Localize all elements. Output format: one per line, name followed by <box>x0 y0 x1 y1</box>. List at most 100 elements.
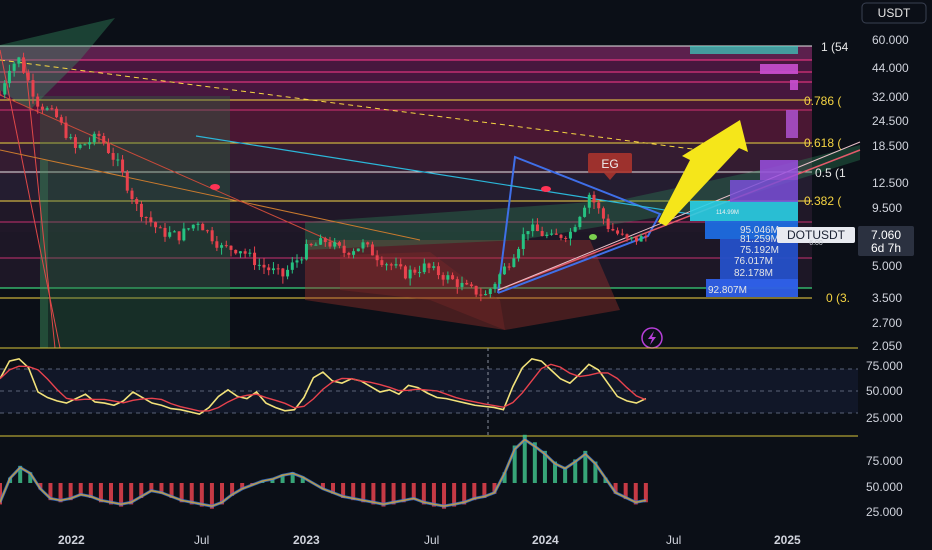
candle-body <box>375 255 379 261</box>
price-tick: 9.500 <box>872 201 902 215</box>
ticker-partial: 6.00 <box>809 240 823 247</box>
candle-body <box>568 231 572 239</box>
candle-body <box>531 224 535 232</box>
candle-body <box>102 135 106 144</box>
currency-badge[interactable]: USDT <box>861 2 927 24</box>
candle-body <box>385 264 389 266</box>
candle-body <box>304 243 308 260</box>
candle-body <box>583 207 587 217</box>
price-tick: 12.500 <box>872 176 909 190</box>
candle-body <box>17 57 21 64</box>
marker-green <box>589 234 597 240</box>
candle-body <box>7 70 11 84</box>
candle-body <box>257 264 261 266</box>
candle-body <box>300 259 304 261</box>
time-tick-jul-24: Jul <box>666 533 681 547</box>
price-tick: 60.000 <box>872 33 909 47</box>
candle-body <box>418 272 422 274</box>
candle-body <box>460 282 464 287</box>
candle-body <box>644 235 648 238</box>
marker-red-1 <box>210 184 220 190</box>
candle-body <box>267 267 271 271</box>
vp-label-6: 92.807M <box>708 285 747 296</box>
candle-body <box>248 252 252 254</box>
candle-body <box>436 266 440 276</box>
candle-body <box>601 208 605 219</box>
candle-body <box>295 260 299 263</box>
candle-body <box>238 251 242 254</box>
candle-body <box>611 228 615 231</box>
candle-body <box>243 251 247 254</box>
candle-body <box>606 218 610 229</box>
candle-body <box>111 153 115 160</box>
candle-body <box>639 235 643 242</box>
rsi-tick: 25.000 <box>866 411 903 425</box>
vp-label-0: 114.99M <box>716 210 739 216</box>
candle-body <box>361 242 365 249</box>
candle-body <box>352 251 356 255</box>
candle-body <box>554 233 558 235</box>
svg-text:USDT: USDT <box>878 6 911 20</box>
candle-body <box>625 234 629 239</box>
price-tick: 5.000 <box>872 259 902 273</box>
candle-body <box>224 245 228 247</box>
time-tick-2025: 2025 <box>774 533 801 547</box>
candle-body <box>427 263 431 268</box>
candle-body <box>191 224 195 229</box>
candle-body <box>422 263 426 273</box>
candle-body <box>55 108 59 118</box>
vp-label-5: 82.178M <box>734 268 773 279</box>
candle-body <box>535 224 539 232</box>
candle-body <box>130 190 134 200</box>
candle-body <box>597 202 601 209</box>
candle-body <box>394 264 398 266</box>
candle-body <box>337 242 341 246</box>
candle-body <box>578 216 582 228</box>
candle-body <box>12 63 16 71</box>
candle-body <box>92 133 96 143</box>
candle-body <box>573 227 577 232</box>
time-tick-jul-23: Jul <box>424 533 439 547</box>
price-tick: 32.000 <box>872 90 909 104</box>
time-tick-jul-22: Jul <box>194 533 209 547</box>
candle-body <box>356 248 360 252</box>
candle-body <box>88 142 92 145</box>
candle-body <box>149 217 153 223</box>
candle-body <box>465 282 469 285</box>
ticker-countdown: 6d 7h <box>871 241 901 255</box>
candle-body <box>446 275 450 280</box>
candle-body <box>26 72 30 81</box>
candle-body <box>550 233 554 235</box>
candle-body <box>634 237 638 242</box>
fib-label-05: 0.5 (1 <box>815 166 846 180</box>
candle-body <box>125 172 129 191</box>
candle-body <box>210 230 214 242</box>
time-tick-2024: 2024 <box>532 533 559 547</box>
candle-body <box>559 234 563 238</box>
candle-body <box>22 57 26 73</box>
candle-body <box>205 230 209 232</box>
candle-body <box>342 245 346 253</box>
candle-body <box>121 159 125 173</box>
candle-body <box>234 249 238 254</box>
osc-tick: 25.000 <box>866 505 903 519</box>
trading-chart[interactable]: 114.99M 95.046M 81.259M 75.192M 76.017M … <box>0 0 932 550</box>
candle-body <box>139 203 143 217</box>
candle-body <box>403 266 407 279</box>
price-tick: 18.500 <box>872 139 909 153</box>
candle-body <box>83 144 87 146</box>
candle-body <box>290 262 294 270</box>
svg-text:EG: EG <box>601 157 618 171</box>
candle-body <box>286 269 290 277</box>
candle-body <box>479 294 483 296</box>
candle-body <box>106 143 110 154</box>
candle-body <box>281 268 285 277</box>
candle-body <box>587 194 591 208</box>
candle-body <box>31 80 35 97</box>
fib-label-0786: 0.786 ( <box>804 94 841 108</box>
candle-body <box>182 228 186 241</box>
candle-body <box>630 237 634 239</box>
price-tick: 2.700 <box>872 316 902 330</box>
candle-body <box>347 252 351 255</box>
candle-body <box>413 269 417 273</box>
